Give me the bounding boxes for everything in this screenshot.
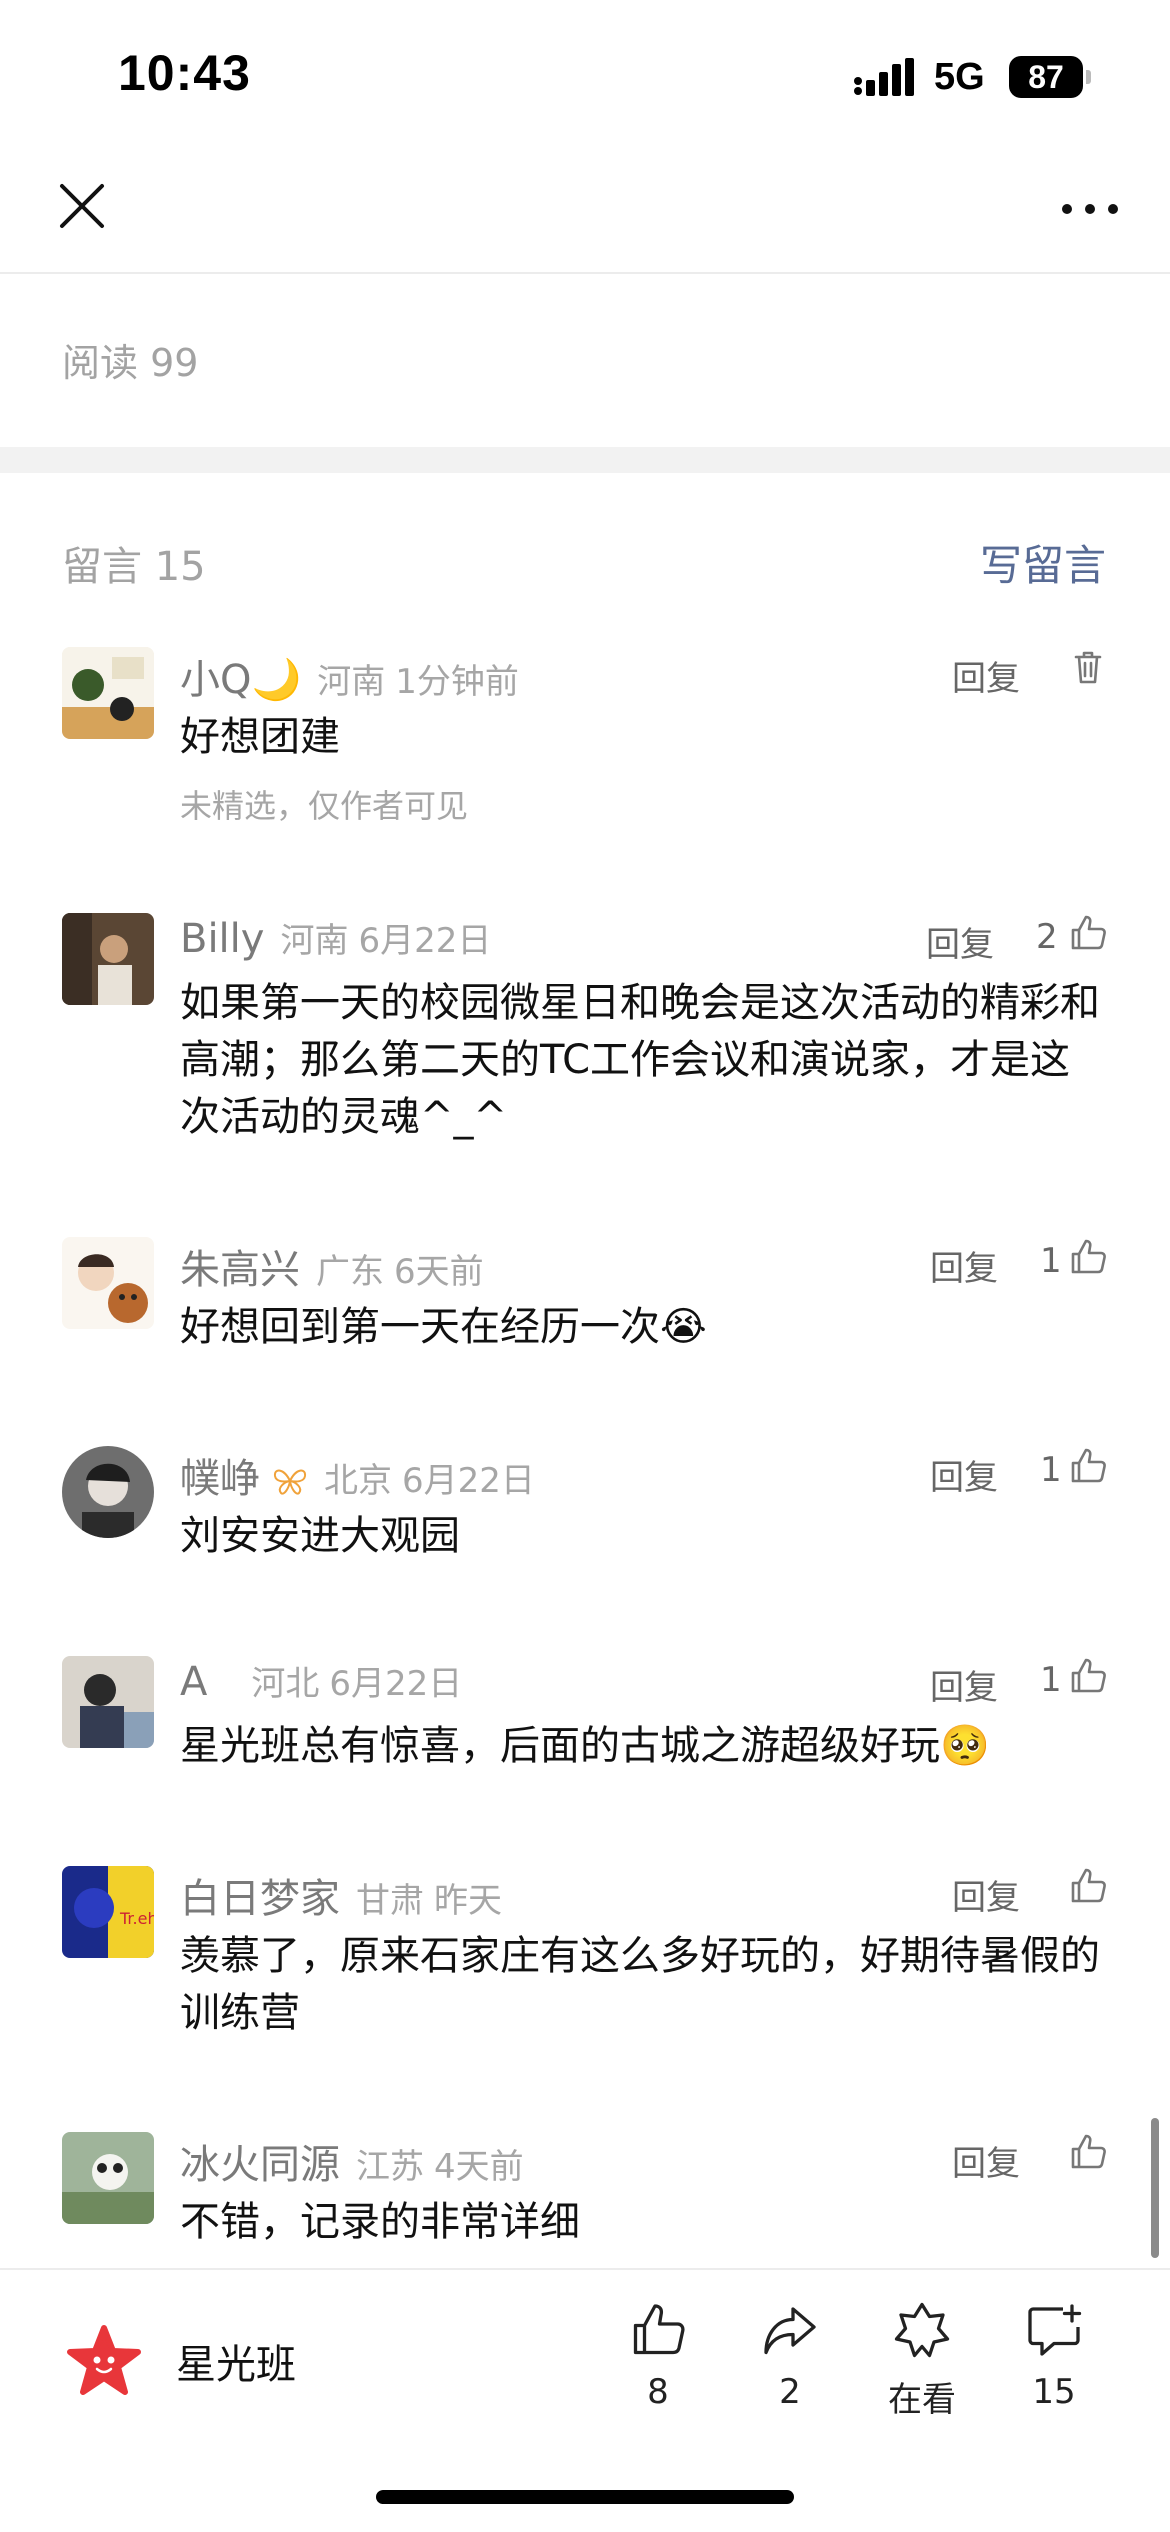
top-nav: [0, 150, 1170, 274]
reply-button[interactable]: 回复: [952, 1870, 1020, 1919]
comment-text: 不错，记录的非常详细: [180, 2199, 580, 2245]
comment-add-icon: [1028, 2304, 1082, 2356]
comment-author[interactable]: 朱高兴 广东 6天前: [180, 1237, 484, 1295]
watching-icon: [894, 2302, 950, 2358]
status-bar: 10:43 5G 87: [0, 0, 1170, 150]
trash-icon[interactable]: [1068, 647, 1108, 687]
close-icon[interactable]: [56, 180, 108, 232]
more-icon[interactable]: [1060, 202, 1120, 216]
reply-button[interactable]: 回复: [930, 1660, 998, 1709]
like-count: 1: [1040, 1450, 1062, 1490]
home-indicator: [376, 2490, 794, 2504]
share-count: 2: [779, 2372, 801, 2412]
like-button[interactable]: 8: [598, 2300, 718, 2412]
comment-visibility-note: 未精选，仅作者可见: [180, 787, 469, 825]
reply-button[interactable]: 回复: [952, 2136, 1020, 2185]
comment-count: 15: [1032, 2372, 1076, 2412]
comment-text: 好想团建: [180, 714, 340, 760]
reply-button[interactable]: 回复: [930, 1241, 998, 1290]
avatar[interactable]: Tr.eh: [62, 1866, 154, 1958]
comment-text: 羡慕了，原来石家庄有这么多好玩的，好期待暑假的训练营: [180, 1933, 1100, 2036]
thumbs-up-icon[interactable]: [1068, 1866, 1108, 1906]
share-button[interactable]: 2: [730, 2300, 850, 2412]
avatar[interactable]: [62, 1446, 154, 1538]
comment-author[interactable]: 冰火同源 江苏 4天前: [180, 2132, 524, 2190]
comment-author[interactable]: A 河北 6月22日: [180, 1656, 462, 1705]
comment-text: 刘安安进大观园: [180, 1513, 460, 1559]
battery-icon: 87: [1009, 56, 1091, 98]
like-count: 2: [1036, 917, 1058, 957]
comment-text: 星光班总有惊喜，后面的古城之游超级好玩🥺: [180, 1723, 990, 1769]
avatar[interactable]: [62, 1237, 154, 1329]
thumbs-up-icon[interactable]: [1068, 2132, 1108, 2172]
like-count: 8: [647, 2372, 669, 2412]
comment-author[interactable]: Billy 河南 6月22日: [180, 913, 491, 962]
thumbs-up-icon: [633, 2304, 685, 2355]
comment-author[interactable]: 幞峥 北京 6月22日: [180, 1446, 535, 1504]
avatar[interactable]: [62, 1656, 154, 1748]
read-count: 阅读 99: [62, 341, 199, 385]
like-count: 1: [1040, 1241, 1062, 1281]
avatar[interactable]: [62, 2132, 154, 2224]
watching-label: 在看: [888, 2380, 956, 2420]
battery-level: 87: [1028, 59, 1064, 95]
comment-text: 好想回到第一天在经历一次😭: [180, 1304, 707, 1350]
watching-button[interactable]: 在看: [862, 2300, 982, 2421]
thumbs-up-icon[interactable]: [1068, 1237, 1108, 1277]
comment-text: 如果第一天的校园微星日和晚会是这次活动的精彩和高潮；那么第二天的TC工作会议和演…: [180, 980, 1100, 1140]
write-comment-button[interactable]: 写留言: [980, 532, 1106, 593]
account-name[interactable]: 星光班: [176, 2332, 296, 2390]
reply-button[interactable]: 回复: [952, 651, 1020, 700]
reply-button[interactable]: 回复: [926, 917, 994, 966]
comments-title: 留言 15: [62, 544, 206, 590]
status-time: 10:43: [118, 45, 251, 101]
avatar[interactable]: [62, 913, 154, 1005]
comment-author[interactable]: 白日梦家 甘肃 昨天: [180, 1866, 502, 1924]
network-type: 5G: [934, 56, 985, 98]
svg-text:Tr.eh: Tr.eh: [119, 1909, 154, 1928]
verified-butterfly-icon: [273, 1469, 307, 1495]
comment-author[interactable]: 小Q🌙 河南 1分钟前: [180, 647, 519, 705]
like-count: 1: [1040, 1660, 1062, 1700]
comment-button[interactable]: 15: [994, 2300, 1114, 2412]
thumbs-up-icon[interactable]: [1068, 913, 1108, 953]
section-divider: [0, 447, 1170, 473]
scrollbar[interactable]: [1151, 2118, 1159, 2258]
account-logo[interactable]: [66, 2324, 142, 2400]
avatar[interactable]: [62, 647, 154, 739]
thumbs-up-icon[interactable]: [1068, 1656, 1108, 1696]
share-icon: [764, 2307, 816, 2355]
signal-icon: [854, 58, 914, 96]
reply-button[interactable]: 回复: [930, 1450, 998, 1499]
thumbs-up-icon[interactable]: [1068, 1446, 1108, 1486]
